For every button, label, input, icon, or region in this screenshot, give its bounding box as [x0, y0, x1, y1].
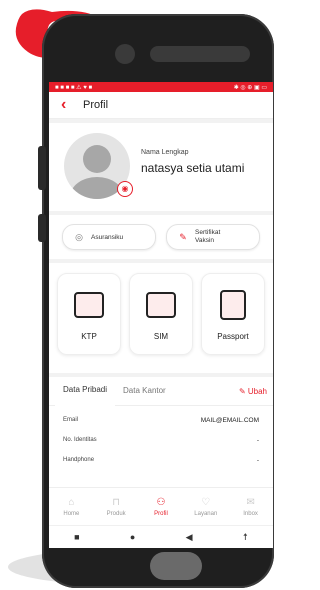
passport-icon — [220, 290, 246, 320]
shield-icon: ◎ — [75, 231, 83, 242]
chevron-left-icon[interactable]: ‹ — [61, 96, 79, 114]
mail-icon: ✉ — [246, 497, 255, 508]
speaker-grille — [150, 46, 250, 62]
app-screen: ■ ■ ■ ■ ⚠ ♥ ■ ✱ ◎ ⊕ ▣ ▭ ‹ Profil ◉ Nama … — [49, 82, 273, 548]
nav-produk-label: Produk — [106, 511, 126, 517]
status-right-icons: ✱ ◎ ⊕ ▣ ▭ — [233, 84, 267, 91]
nav-produk[interactable]: ⊓ Produk — [96, 497, 136, 517]
quick-cards: ◎ Asuransiku ✎ Sertifikat Vaksin — [49, 215, 273, 259]
tab-data-kantor[interactable]: Data Kantor — [115, 377, 174, 405]
bag-icon: ⊓ — [112, 497, 121, 508]
nav-profil[interactable]: ⚇ Profil — [141, 497, 181, 517]
avatar-head — [83, 145, 111, 173]
app-header: ‹ Profil — [49, 92, 273, 119]
documents-section: KTP SIM Passport — [49, 263, 273, 373]
email-value: MAIL@EMAIL.COM — [200, 416, 259, 424]
recent-apps-icon[interactable]: ■ — [74, 532, 79, 542]
identitas-label: No. Identitas — [63, 437, 97, 443]
name-label: Nama Lengkap — [141, 149, 189, 156]
volume-button — [38, 146, 46, 190]
system-nav-bar: ■ ● ◀ ☨ — [49, 525, 273, 548]
nav-profil-label: Profil — [154, 511, 168, 517]
ktp-label: KTP — [81, 332, 97, 341]
power-button — [38, 214, 46, 242]
front-camera — [115, 44, 135, 64]
sertifikat-vaksin-label: Sertifikat Vaksin — [195, 229, 221, 244]
info-section: Data Pribadi Data Kantor ✎ Ubah Email MA… — [49, 377, 273, 487]
info-row-email: Email MAIL@EMAIL.COM — [49, 410, 273, 430]
sim-label: SIM — [153, 332, 169, 341]
info-tabs: Data Pribadi Data Kantor ✎ Ubah — [49, 377, 273, 406]
nav-layanan[interactable]: ♡ Layanan — [186, 497, 226, 517]
car-license-icon — [146, 292, 176, 318]
handphone-value: - — [256, 456, 259, 464]
full-name: natasya setia utami — [141, 161, 245, 175]
page-title: Profil — [83, 99, 109, 111]
nav-layanan-label: Layanan — [194, 511, 218, 517]
bottom-nav: ⌂ Home ⊓ Produk ⚇ Profil ♡ Layanan ✉ Inb… — [49, 487, 273, 526]
camera-icon[interactable]: ◉ — [117, 181, 133, 197]
handphone-label: Handphone — [63, 457, 95, 463]
email-label: Email — [63, 417, 79, 423]
heart-icon: ♡ — [201, 497, 211, 508]
user-icon: ⚇ — [156, 497, 166, 508]
nav-home-label: Home — [63, 511, 80, 517]
home-icon: ⌂ — [68, 497, 75, 508]
passport-label: Passport — [217, 332, 249, 341]
status-bar: ■ ■ ■ ■ ⚠ ♥ ■ ✱ ◎ ⊕ ▣ ▭ — [49, 82, 273, 92]
home-circle-icon[interactable]: ● — [130, 532, 135, 542]
tab-data-pribadi[interactable]: Data Pribadi — [55, 376, 116, 406]
info-row-identitas: No. Identitas - — [49, 430, 273, 450]
profile-card: ◉ Nama Lengkap natasya setia utami — [49, 123, 273, 211]
asuransiku-label: Asuransiku — [91, 233, 124, 241]
avatar-body — [70, 177, 124, 199]
edit-label: Ubah — [247, 386, 267, 396]
info-row-handphone: Handphone - — [49, 450, 273, 470]
syringe-icon: ✎ — [179, 231, 187, 242]
sertifikat-vaksin-button[interactable]: ✎ Sertifikat Vaksin — [166, 224, 260, 250]
accessibility-icon[interactable]: ☨ — [243, 532, 248, 543]
sim-card[interactable]: SIM — [129, 273, 193, 355]
back-triangle-icon[interactable]: ◀ — [186, 532, 193, 543]
home-hardware-button[interactable] — [150, 552, 202, 580]
passport-card[interactable]: Passport — [201, 273, 265, 355]
ktp-card[interactable]: KTP — [57, 273, 121, 355]
nav-inbox[interactable]: ✉ Inbox — [231, 497, 271, 517]
nav-home[interactable]: ⌂ Home — [51, 497, 91, 517]
nav-inbox-label: Inbox — [243, 511, 258, 517]
id-card-icon — [74, 292, 104, 318]
status-left-icons: ■ ■ ■ ■ ⚠ ♥ ■ — [55, 84, 93, 91]
edit-button[interactable]: ✎ Ubah — [239, 387, 267, 396]
asuransiku-button[interactable]: ◎ Asuransiku — [62, 224, 156, 250]
identitas-value: - — [256, 436, 259, 444]
